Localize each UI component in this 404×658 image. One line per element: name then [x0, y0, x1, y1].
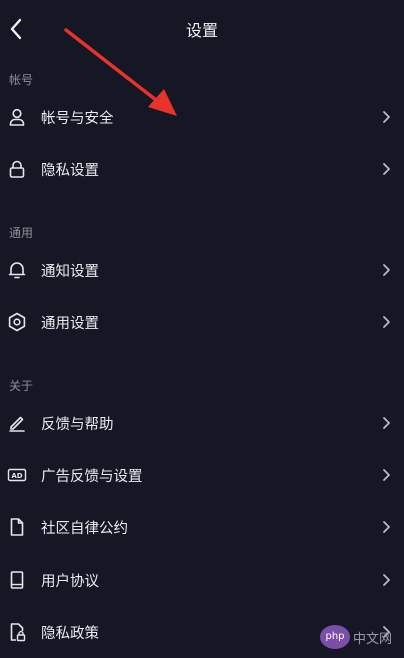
row-privacy-settings[interactable]: 隐私设置	[0, 143, 404, 195]
document-icon	[7, 517, 27, 537]
section-title-general: 通用	[9, 226, 34, 240]
row-label: 用户协议	[41, 574, 99, 590]
lock-icon	[7, 159, 27, 179]
row-notification-settings[interactable]: 通知设置	[0, 244, 404, 296]
row-label: 广告反馈与设置	[41, 469, 143, 485]
row-ad-feedback-settings[interactable]: AD 广告反馈与设置	[0, 449, 404, 501]
row-account-security[interactable]: 帐号与安全	[0, 91, 404, 143]
row-label: 隐私政策	[41, 626, 99, 642]
chevron-right-icon	[382, 263, 392, 277]
chevron-right-icon	[382, 520, 392, 534]
row-feedback-help[interactable]: 反馈与帮助	[0, 397, 404, 449]
gear-icon	[7, 312, 27, 332]
row-label: 隐私设置	[41, 163, 99, 179]
watermark-text: 中文网	[353, 632, 393, 647]
chevron-right-icon	[382, 315, 392, 329]
svg-text:AD: AD	[11, 472, 22, 480]
ad-icon: AD	[7, 465, 27, 485]
page-title: 设置	[185, 21, 218, 40]
row-label: 反馈与帮助	[41, 417, 114, 433]
chevron-right-icon	[382, 416, 392, 430]
row-label: 社区自律公约	[41, 521, 128, 537]
row-community-guidelines[interactable]: 社区自律公约	[0, 501, 404, 553]
user-icon	[7, 107, 27, 127]
row-label: 帐号与安全	[41, 111, 114, 127]
row-label: 通知设置	[41, 264, 99, 280]
chevron-right-icon	[382, 573, 392, 587]
chevron-right-icon	[382, 110, 392, 124]
row-user-agreement[interactable]: 用户协议	[0, 554, 404, 606]
header: 设置	[0, 0, 404, 58]
chevron-right-icon	[382, 468, 392, 482]
edit-icon	[7, 413, 27, 433]
row-label: 通用设置	[41, 316, 99, 332]
book-icon	[7, 570, 27, 590]
row-general-settings[interactable]: 通用设置	[0, 296, 404, 348]
section-title-account: 帐号	[9, 73, 34, 87]
section-title-about: 关于	[9, 379, 34, 393]
watermark-badge: php	[320, 625, 350, 649]
bell-icon	[7, 260, 27, 280]
document-lock-icon	[7, 622, 27, 642]
watermark: php 中文网	[320, 622, 404, 652]
chevron-right-icon	[382, 162, 392, 176]
